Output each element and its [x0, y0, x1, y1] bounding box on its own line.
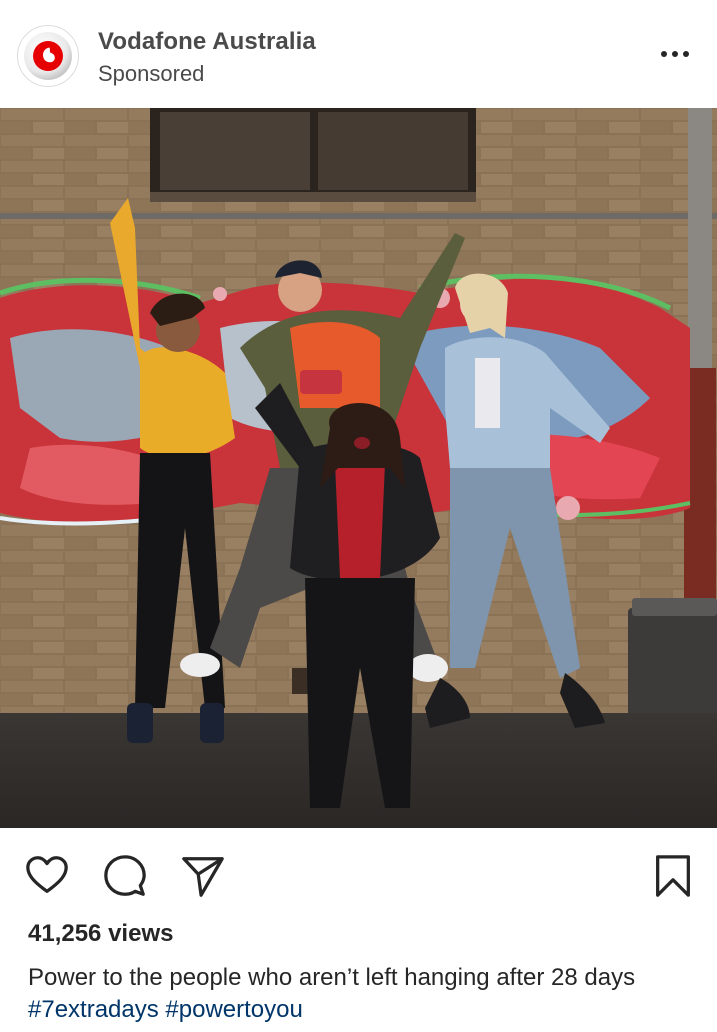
- like-button[interactable]: [22, 852, 72, 900]
- more-dot: [672, 51, 678, 57]
- more-horizontal-icon: [661, 51, 667, 57]
- comment-button[interactable]: [100, 852, 150, 900]
- post-image: [0, 108, 717, 828]
- view-count[interactable]: 41,256 views: [28, 920, 173, 948]
- hashtag-link[interactable]: #powertoyou: [165, 996, 302, 1023]
- caption: Power to the people who aren’t left hang…: [28, 962, 698, 1026]
- share-button[interactable]: [178, 852, 228, 900]
- action-bar: [0, 840, 717, 910]
- heart-icon: [26, 856, 68, 893]
- paper-plane-icon: [182, 857, 224, 897]
- hashtag-link[interactable]: #7extradays: [28, 996, 159, 1023]
- account-name[interactable]: Vodafone Australia: [98, 28, 316, 56]
- more-dot: [683, 51, 689, 57]
- post-header: Vodafone Australia Sponsored: [0, 0, 717, 108]
- avatar[interactable]: [17, 25, 79, 87]
- bookmark-icon: [656, 855, 690, 897]
- save-button[interactable]: [648, 852, 698, 900]
- sponsored-label[interactable]: Sponsored: [98, 61, 204, 87]
- comment-icon: [104, 855, 146, 896]
- more-options-button[interactable]: [655, 42, 695, 66]
- post-media[interactable]: [0, 108, 717, 828]
- caption-text: Power to the people who aren’t left hang…: [28, 964, 636, 991]
- vodafone-logo-icon: [24, 32, 72, 80]
